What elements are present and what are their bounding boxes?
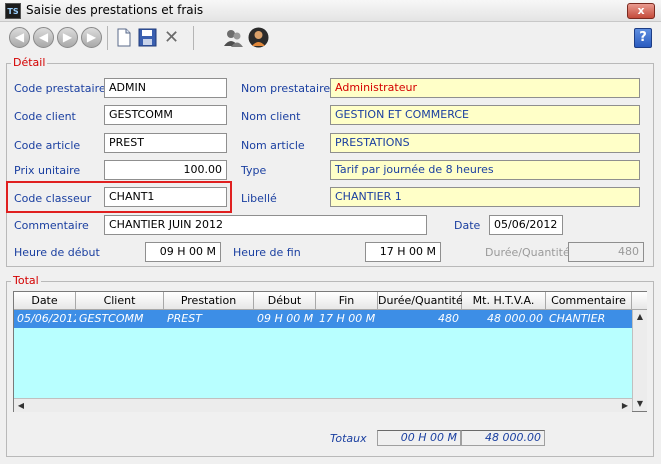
scroll-up-icon[interactable]: ▲ [633, 310, 647, 324]
delete-icon: ✕ [163, 27, 180, 48]
last-record-icon: ▶ [86, 30, 97, 44]
date-label: Date [454, 219, 481, 232]
previous-record-icon: ◀ [38, 30, 49, 44]
heure-fin-label: Heure de fin [233, 246, 301, 259]
new-document-icon [117, 28, 131, 47]
nom-client-label: Nom client [241, 110, 301, 123]
prix-unitaire-label: Prix unitaire [14, 164, 81, 177]
vertical-scrollbar[interactable]: ▲ ▼ [632, 310, 647, 411]
nom-prestataire-field[interactable]: Administrateur [330, 78, 640, 98]
totals-duration: 00 H 00 M [377, 430, 461, 446]
commentaire-label: Commentaire [14, 219, 89, 232]
next-record-icon: ▶ [62, 30, 73, 44]
cell-montant: 48 000.00 [487, 312, 543, 325]
column-header-montant[interactable]: Mt. H.T.V.A. [462, 292, 546, 310]
scroll-left-icon[interactable]: ◀ [14, 399, 28, 413]
last-record-button[interactable]: ▶ [81, 27, 102, 48]
totals-amount: 48 000.00 [461, 430, 545, 446]
column-header-debut[interactable]: Début [254, 292, 316, 310]
users-button[interactable] [223, 27, 244, 48]
detail-legend: Détail [11, 56, 48, 69]
type-field[interactable]: Tarif par journée de 8 heures [330, 160, 640, 180]
cell-fin: 17 H 00 M [319, 312, 376, 325]
heure-debut-label: Heure de début [14, 246, 100, 259]
help-button[interactable]: ? [634, 28, 652, 48]
heure-fin-field[interactable]: 17 H 00 M [365, 242, 441, 262]
totals-label: Totaux [330, 432, 367, 445]
code-client-label: Code client [14, 110, 76, 123]
column-header-client[interactable]: Client [76, 292, 164, 310]
column-header-fin[interactable]: Fin [316, 292, 378, 310]
cell-client: GESTCOMM [79, 312, 144, 325]
total-legend: Total [11, 274, 41, 287]
nom-article-label: Nom article [241, 139, 305, 152]
prestations-table[interactable]: Date Client Prestation Début Fin Durée/Q… [13, 291, 647, 412]
cell-commentaire: CHANTIER [549, 312, 606, 325]
code-classeur-field[interactable]: CHANT1 [104, 187, 227, 207]
horizontal-scrollbar[interactable]: ◀ ▶ [14, 398, 632, 412]
code-classeur-label: Code classeur [14, 192, 92, 205]
libelle-label: Libellé [241, 192, 277, 205]
heure-debut-field[interactable]: 09 H 00 M [145, 242, 221, 262]
duree-label: Durée/Quantité [485, 246, 570, 259]
code-prestataire-label: Code prestataire [14, 82, 106, 95]
cell-debut: 09 H 00 M [257, 312, 314, 325]
column-header-prestation[interactable]: Prestation [164, 292, 254, 310]
scroll-right-icon[interactable]: ▶ [618, 399, 632, 413]
cell-date: 05/06/2012 [17, 312, 76, 325]
scroll-down-icon[interactable]: ▼ [633, 397, 647, 411]
libelle-field[interactable]: CHANTIER 1 [330, 187, 640, 207]
column-header-spacer [632, 292, 647, 310]
nom-prestataire-label: Nom prestataire [241, 82, 331, 95]
cell-duree: 480 [438, 312, 459, 325]
user-button[interactable] [248, 27, 269, 48]
code-article-label: Code article [14, 139, 81, 152]
column-header-duree[interactable]: Durée/Quantité [378, 292, 463, 310]
date-field[interactable]: 05/06/2012 [489, 215, 563, 235]
first-record-icon: ◀ [14, 30, 25, 44]
toolbar-separator [193, 26, 194, 50]
new-document-button[interactable] [113, 27, 134, 48]
duree-field: 480 [568, 242, 644, 262]
window-title: Saisie des prestations et frais [26, 3, 204, 17]
column-header-date[interactable]: Date [14, 292, 76, 310]
first-record-button[interactable]: ◀ [9, 27, 30, 48]
delete-button[interactable]: ✕ [161, 27, 182, 48]
code-client-field[interactable]: GESTCOMM [104, 105, 227, 125]
toolbar-separator [107, 26, 108, 50]
column-header-commentaire[interactable]: Commentaire [546, 292, 632, 310]
close-button[interactable]: x [627, 3, 655, 19]
prix-unitaire-field[interactable]: 100.00 [104, 160, 227, 180]
save-icon [138, 28, 157, 47]
cell-prestation: PREST [167, 312, 202, 325]
app-icon: TS [5, 3, 21, 19]
code-prestataire-field[interactable]: ADMIN [104, 78, 227, 98]
nom-client-field[interactable]: GESTION ET COMMERCE [330, 105, 640, 125]
next-record-button[interactable]: ▶ [57, 27, 78, 48]
type-label: Type [241, 164, 267, 177]
nom-article-field[interactable]: PRESTATIONS [330, 133, 640, 153]
previous-record-button[interactable]: ◀ [33, 27, 54, 48]
user-icon [248, 27, 269, 48]
table-row[interactable]: 05/06/2012 GESTCOMM PREST 09 H 00 M 17 H… [14, 310, 632, 328]
users-icon [224, 30, 243, 47]
save-button[interactable] [137, 27, 158, 48]
code-article-field[interactable]: PREST [104, 133, 227, 153]
commentaire-field[interactable]: CHANTIER JUIN 2012 [104, 215, 427, 235]
